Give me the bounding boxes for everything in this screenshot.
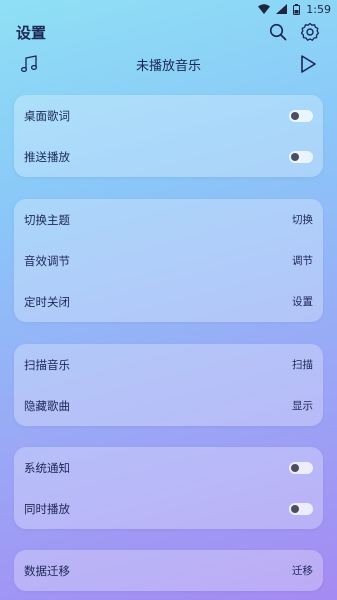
toggle-knob bbox=[291, 152, 299, 161]
play-icon[interactable] bbox=[297, 53, 319, 75]
row-label: 隐藏歌曲 bbox=[24, 398, 70, 413]
row-label: 扫描音乐 bbox=[24, 357, 70, 372]
settings-row-system-notification[interactable]: 系统通知 bbox=[14, 447, 323, 488]
scan-music-button[interactable]: 扫描 bbox=[292, 357, 313, 372]
row-label: 切换主题 bbox=[24, 212, 70, 227]
settings-row-scan-music[interactable]: 扫描音乐 扫描 bbox=[14, 344, 323, 385]
data-migration-button[interactable]: 迁移 bbox=[292, 563, 313, 578]
row-label: 同时播放 bbox=[24, 501, 70, 516]
settings-card-library: 扫描音乐 扫描 隐藏歌曲 显示 bbox=[14, 344, 323, 426]
settings-row-hidden-songs[interactable]: 隐藏歌曲 显示 bbox=[14, 385, 323, 426]
settings-card-notifications: 系统通知 同时播放 bbox=[14, 447, 323, 529]
music-note-icon[interactable] bbox=[18, 53, 40, 75]
row-label: 推送播放 bbox=[24, 149, 70, 164]
settings-row-switch-theme[interactable]: 切换主题 切换 bbox=[14, 199, 323, 240]
row-label: 音效调节 bbox=[24, 253, 70, 268]
toggle-knob bbox=[291, 504, 299, 513]
page-title: 设置 bbox=[16, 23, 47, 42]
status-time: 1:59 bbox=[306, 2, 331, 16]
header: 设置 bbox=[0, 18, 337, 46]
now-playing-title: 未播放音乐 bbox=[135, 58, 201, 74]
player-bar: 未播放音乐 bbox=[0, 48, 337, 80]
gear-icon[interactable] bbox=[299, 21, 321, 43]
system-notification-toggle[interactable] bbox=[289, 461, 313, 474]
header-actions bbox=[267, 21, 321, 43]
simultaneous-play-toggle[interactable] bbox=[289, 502, 313, 515]
battery-icon bbox=[293, 3, 301, 15]
settings-row-simultaneous-play[interactable]: 同时播放 bbox=[14, 488, 323, 529]
settings-row-desktop-lyrics[interactable]: 桌面歌词 bbox=[14, 95, 323, 136]
sound-effects-button[interactable]: 调节 bbox=[292, 253, 313, 268]
row-label: 数据迁移 bbox=[24, 563, 70, 578]
settings-row-sleep-timer[interactable]: 定时关闭 设置 bbox=[14, 281, 323, 322]
show-hidden-button[interactable]: 显示 bbox=[292, 398, 313, 413]
settings-row-sound-effects[interactable]: 音效调节 调节 bbox=[14, 240, 323, 281]
settings-card-data: 数据迁移 迁移 bbox=[14, 550, 323, 591]
signal-icon bbox=[276, 4, 288, 14]
settings-card-appearance: 切换主题 切换 音效调节 调节 定时关闭 设置 bbox=[14, 199, 323, 322]
settings-card-lyrics: 桌面歌词 推送播放 bbox=[14, 95, 323, 177]
toggle-knob bbox=[291, 111, 299, 120]
status-bar: 1:59 bbox=[0, 0, 337, 18]
settings-row-push-play[interactable]: 推送播放 bbox=[14, 136, 323, 177]
row-label: 系统通知 bbox=[24, 460, 70, 475]
push-play-toggle[interactable] bbox=[289, 150, 313, 163]
desktop-lyrics-toggle[interactable] bbox=[289, 109, 313, 122]
toggle-knob bbox=[291, 463, 299, 472]
switch-theme-button[interactable]: 切换 bbox=[292, 212, 313, 227]
sleep-timer-button[interactable]: 设置 bbox=[292, 294, 313, 309]
wifi-icon bbox=[258, 4, 271, 14]
settings-row-data-migration[interactable]: 数据迁移 迁移 bbox=[14, 550, 323, 591]
search-icon[interactable] bbox=[267, 21, 289, 43]
row-label: 桌面歌词 bbox=[24, 108, 70, 123]
row-label: 定时关闭 bbox=[24, 294, 70, 309]
